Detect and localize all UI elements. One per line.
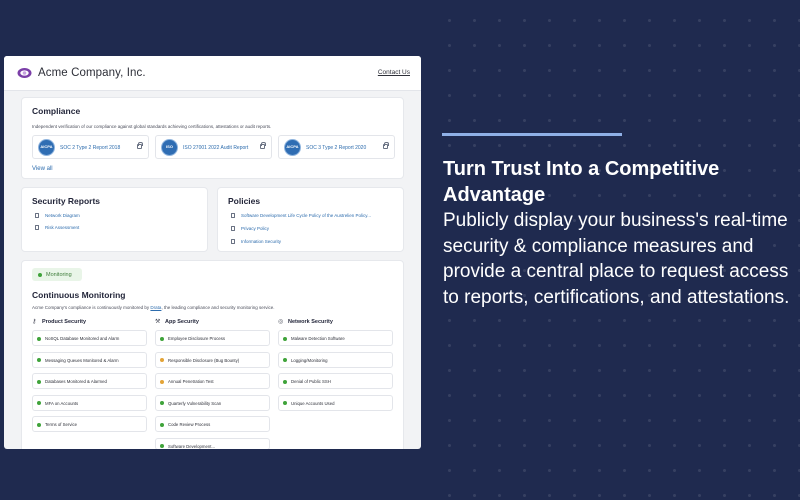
company-logo-icon [17,68,32,78]
monitoring-control[interactable]: Terms of Service [32,416,147,432]
monitoring-control-label: Denial of Public SSH [291,379,331,384]
monitoring-desc-suffix: , the leading compliance and security mo… [161,305,275,310]
wrench-icon: ⚒ [155,319,161,325]
continuous-monitoring-title: Continuous Monitoring [32,290,126,300]
monitoring-control-label: NoSQL Database Monitored and Alarm [45,336,120,341]
status-dot [160,422,164,427]
aicpa-badge-icon: AICPA [284,139,301,156]
status-dot [160,336,164,341]
compliance-description: Independent verification of our complian… [32,124,272,129]
status-dot [37,401,41,405]
report-tile-iso27001[interactable]: ISO ISO 27001 2022 Audit Report [155,135,272,159]
document-icon [231,226,235,231]
report-label: SOC 3 Type 2 Report 2020 [306,145,367,151]
monitoring-column-title: Network Security [288,319,333,325]
monitoring-chip: Monitoring [32,268,82,281]
security-report-link[interactable]: Network Diagram [45,213,80,218]
policy-link[interactable]: Privacy Policy [241,226,269,231]
lock-icon [260,142,266,149]
monitoring-control-label: Databases Monitored & Alarmed [45,379,107,384]
compliance-card: Compliance Independent verification of o… [21,97,404,179]
monitoring-control[interactable]: Databases Monitored & Alarmed [32,373,147,389]
status-dot [37,379,41,384]
monitoring-chip-label: Monitoring [46,271,72,278]
trust-center-preview: Acme Company, Inc. Contact Us Compliance… [4,56,421,449]
status-dot [37,422,41,427]
report-tile-soc3[interactable]: AICPA SOC 3 Type 2 Report 2020 [278,135,395,159]
monitoring-control-label: Unique Accounts Used [291,400,335,406]
monitoring-control[interactable]: Messaging Queues Monitored & Alarm [32,351,147,368]
security-reports-title: Security Reports [32,196,101,206]
view-all-link[interactable]: View all [32,166,53,172]
report-label: ISO 27001 2022 Audit Report [183,145,249,151]
monitoring-control[interactable]: Annual Penetration Test [155,373,270,389]
status-dot [283,358,287,362]
monitoring-control[interactable]: MFA on Accounts [32,394,147,411]
key-icon: ⚷ [32,319,37,325]
status-dot [37,336,41,341]
monitoring-control-label: Employee Disclosure Process [168,336,226,341]
document-icon [35,213,39,218]
lock-icon [383,142,389,149]
monitoring-description: Acme Company's compliance is continuousl… [32,305,275,310]
top-bar: Acme Company, Inc. Contact Us [4,56,421,91]
status-dot [160,379,164,384]
promo-body: Publicly display your business's real-ti… [443,210,790,308]
monitoring-control-label: Malware Detection Software [291,336,345,341]
report-label: SOC 2 Type 2 Report 2018 [60,145,121,151]
monitoring-control-label: Logging/Monitoring [291,357,328,363]
company-name: Acme Company, Inc. [38,67,146,79]
monitoring-control[interactable]: Code Review Process [155,416,270,432]
monitoring-control-label: Code Review Process [168,422,211,427]
status-dot [283,336,287,341]
policy-link[interactable]: Software Development Life Cycle Policy o… [241,213,371,218]
monitoring-control[interactable]: Quarterly Vulnerability Scan [155,394,270,411]
status-dot [283,379,287,384]
monitoring-control-label: Messaging Queues Monitored & Alarm [45,357,119,363]
monitoring-column-title: Product Security [42,319,87,325]
accent-bar [442,133,622,136]
monitoring-control-label: Software Development... [168,443,216,449]
document-icon [231,213,235,218]
promo-headline: Turn Trust Into a Competitive Advantage [443,158,720,206]
security-report-link[interactable]: Risk Assessment [45,225,79,230]
monitoring-control[interactable]: Malware Detection Software [278,330,393,346]
monitoring-desc-prefix: Acme Company's compliance is continuousl… [32,305,151,310]
monitoring-control[interactable]: Responsible Disclosure (Bug Bounty) [155,351,270,368]
monitoring-control[interactable]: Denial of Public SSH [278,373,393,389]
contact-us-link[interactable]: Contact Us [378,69,410,76]
policy-link[interactable]: Information Security [241,239,281,244]
monitoring-control[interactable]: Logging/Monitoring [278,351,393,368]
status-dot [38,272,42,277]
monitoring-control[interactable]: Unique Accounts Used [278,394,393,411]
monitoring-control[interactable]: NoSQL Database Monitored and Alarm [32,330,147,346]
iso-badge-icon: ISO [161,139,178,156]
continuous-monitoring-card: Monitoring Continuous Monitoring Acme Co… [21,260,404,449]
lock-icon [137,142,143,149]
monitoring-control-label: Quarterly Vulnerability Scan [168,400,222,406]
document-icon [231,239,235,244]
status-dot [37,358,41,362]
monitoring-control-label: Terms of Service [45,422,77,427]
status-dot [160,444,164,448]
status-dot [160,401,164,405]
monitoring-control[interactable]: Software Development... [155,437,270,449]
drata-link[interactable]: Drata [150,305,161,310]
security-reports-card: Security Reports Network Diagram Risk As… [21,187,208,252]
policies-title: Policies [228,196,261,206]
monitoring-control-label: Responsible Disclosure (Bug Bounty) [168,357,240,363]
report-tile-soc2[interactable]: AICPA SOC 2 Type 2 Report 2018 [32,135,149,159]
monitoring-control-label: MFA on Accounts [45,400,79,406]
monitoring-control[interactable]: Employee Disclosure Process [155,330,270,346]
compliance-title: Compliance [32,106,81,116]
document-icon [35,225,39,230]
globe-icon: ◎ [278,319,284,325]
monitoring-column-title: App Security [165,319,199,325]
status-dot [160,358,164,362]
aicpa-badge-icon: AICPA [38,139,55,156]
policies-card: Policies Software Development Life Cycle… [217,187,404,252]
status-dot [283,401,287,405]
monitoring-control-label: Annual Penetration Test [168,379,214,384]
